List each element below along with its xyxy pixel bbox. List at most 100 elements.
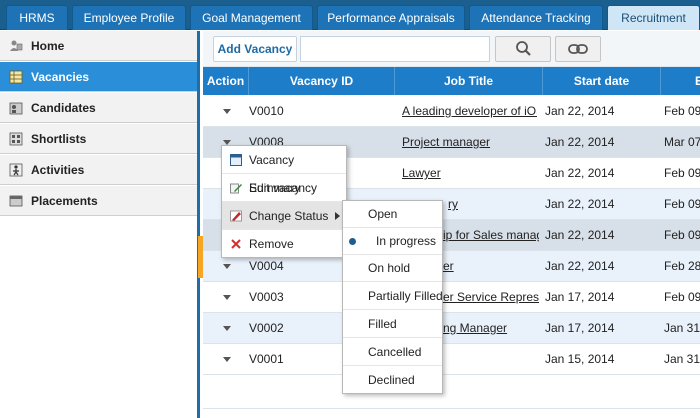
menu-item-change-status[interactable]: Change Status xyxy=(222,202,346,230)
job-title-link[interactable]: A leading developer of iOS a xyxy=(402,96,537,126)
job-title-link[interactable]: Lawyer xyxy=(402,158,537,188)
status-option-partially-filled[interactable]: Partially Filled xyxy=(343,283,443,310)
sidebar-item-label: Vacancies xyxy=(31,70,90,84)
row-action-menu: Vacancy Summary Edit vacancy Change Stat… xyxy=(221,145,347,258)
start-date: Jan 17, 2014 xyxy=(545,290,615,304)
status-option-on-hold[interactable]: On hold xyxy=(343,255,442,282)
sidebar: Home Vacancies Candidates Shortlists Act… xyxy=(0,31,200,418)
home-icon xyxy=(10,40,23,51)
status-option-label: In progress xyxy=(376,234,437,248)
edit-icon xyxy=(230,183,242,194)
tab-hrms[interactable]: HRMS xyxy=(6,5,68,30)
sidebar-item-label: Activities xyxy=(31,163,85,177)
table-bottom-divider xyxy=(203,408,700,409)
selected-dot-icon xyxy=(349,238,356,245)
sidebar-item-label: Home xyxy=(31,39,65,53)
shortlists-icon xyxy=(9,132,23,146)
row-action-caret-icon[interactable] xyxy=(223,109,231,114)
end-date: Feb 09, xyxy=(664,290,700,304)
sidebar-item-label: Placements xyxy=(31,194,98,208)
tab-recruitment[interactable]: Recruitment xyxy=(607,5,700,30)
sidebar-item-label: Shortlists xyxy=(31,132,87,146)
tab-goal-management[interactable]: Goal Management xyxy=(190,5,313,30)
column-header-start-date[interactable]: Start date xyxy=(543,67,661,95)
end-date: Jan 31, xyxy=(664,352,700,366)
tab-performance-appraisals[interactable]: Performance Appraisals xyxy=(317,5,465,30)
search-button[interactable] xyxy=(495,36,551,62)
row-action-caret-icon[interactable] xyxy=(223,357,231,362)
status-submenu: Open In progress On hold Partially Fille… xyxy=(342,200,443,394)
status-option-filled[interactable]: Filled xyxy=(343,311,442,338)
menu-item-edit-vacancy[interactable]: Edit vacancy xyxy=(222,174,346,202)
job-title-link[interactable]: er Service Represe xyxy=(443,282,539,312)
start-date: Jan 22, 2014 xyxy=(545,228,615,242)
summary-icon xyxy=(230,154,242,166)
status-option-in-progress[interactable]: In progress xyxy=(343,228,442,255)
sidebar-item-vacancies[interactable]: Vacancies xyxy=(0,62,197,92)
start-date: Jan 15, 2014 xyxy=(545,352,615,366)
start-date: Jan 22, 2014 xyxy=(545,166,615,180)
module-tab-bar: HRMS Employee Profile Goal Management Pe… xyxy=(0,0,700,30)
end-date: Jan 31, xyxy=(664,321,700,335)
row-action-caret-icon[interactable] xyxy=(223,295,231,300)
start-date: Jan 22, 2014 xyxy=(545,259,615,273)
menu-item-label: Remove xyxy=(249,237,294,251)
clear-filter-button[interactable] xyxy=(555,36,601,62)
status-option-open[interactable]: Open xyxy=(343,201,442,228)
toolbar: Add Vacancy xyxy=(203,31,700,67)
table-row: V0003 er Service Represe Jan 17, 2014 Fe… xyxy=(203,282,700,313)
collapse-sidebar-handle[interactable] xyxy=(198,236,203,278)
link-icon xyxy=(568,44,588,54)
add-vacancy-button[interactable]: Add Vacancy xyxy=(213,36,297,62)
sidebar-item-placements[interactable]: Placements xyxy=(0,186,197,216)
sidebar-item-activities[interactable]: Activities xyxy=(0,155,197,185)
job-title-link[interactable]: ip for Sales manage xyxy=(443,220,539,250)
row-action-caret-icon[interactable] xyxy=(223,264,231,269)
column-header-vacancy-id[interactable]: Vacancy ID xyxy=(249,67,395,95)
sidebar-item-candidates[interactable]: Candidates xyxy=(0,93,197,123)
start-date: Jan 22, 2014 xyxy=(545,135,615,149)
status-option-cancelled[interactable]: Cancelled xyxy=(343,339,442,366)
vacancy-id: V0010 xyxy=(249,104,284,118)
job-title-link[interactable]: er xyxy=(443,251,539,281)
candidates-icon xyxy=(9,102,23,115)
status-icon xyxy=(230,210,242,222)
job-title-link[interactable]: Project manager xyxy=(402,127,537,157)
end-date: Feb 09, xyxy=(664,166,700,180)
menu-item-label: Edit vacancy xyxy=(249,181,318,195)
status-option-declined[interactable]: Declined xyxy=(343,367,442,394)
column-header-job-title[interactable]: Job Title xyxy=(395,67,543,95)
tab-employee-profile[interactable]: Employee Profile xyxy=(72,5,186,30)
remove-icon xyxy=(231,239,241,249)
vacancies-icon xyxy=(9,70,23,84)
end-date: Feb 09, xyxy=(664,104,700,118)
end-date: Mar 07, xyxy=(664,135,700,149)
start-date: Jan 22, 2014 xyxy=(545,104,615,118)
placements-icon xyxy=(9,195,23,207)
search-input[interactable] xyxy=(300,36,490,62)
tab-attendance-tracking[interactable]: Attendance Tracking xyxy=(469,5,603,30)
sidebar-item-shortlists[interactable]: Shortlists xyxy=(0,124,197,154)
table-row: V0002 ng Manager Jan 17, 2014 Jan 31, xyxy=(203,313,700,344)
sidebar-item-label: Candidates xyxy=(31,101,96,115)
row-action-caret-icon[interactable] xyxy=(223,326,231,331)
table-row: V0001 Jan 15, 2014 Jan 31, xyxy=(203,344,700,375)
job-title-link[interactable]: ry xyxy=(448,189,537,219)
end-date: Feb 09, xyxy=(664,228,700,242)
table-header: Action Vacancy ID Job Title Start date E xyxy=(203,67,700,95)
start-date: Jan 17, 2014 xyxy=(545,321,615,335)
table-row: V0010 A leading developer of iOS a Jan 2… xyxy=(203,96,700,127)
submenu-arrow-icon xyxy=(335,212,340,220)
job-title-link[interactable]: ng Manager xyxy=(443,313,539,343)
menu-item-vacancy-summary[interactable]: Vacancy Summary xyxy=(222,146,346,195)
end-date: Feb 09, xyxy=(664,197,700,211)
job-title-link[interactable] xyxy=(443,344,539,374)
menu-item-label: Change Status xyxy=(249,209,329,223)
end-date: Feb 28, xyxy=(664,259,700,273)
start-date: Jan 22, 2014 xyxy=(545,197,615,211)
activities-icon xyxy=(9,163,23,177)
sidebar-item-home[interactable]: Home xyxy=(0,31,197,61)
column-header-action[interactable]: Action xyxy=(203,67,249,95)
column-header-end-date[interactable]: E xyxy=(661,67,700,95)
menu-item-remove[interactable]: Remove xyxy=(222,230,346,258)
